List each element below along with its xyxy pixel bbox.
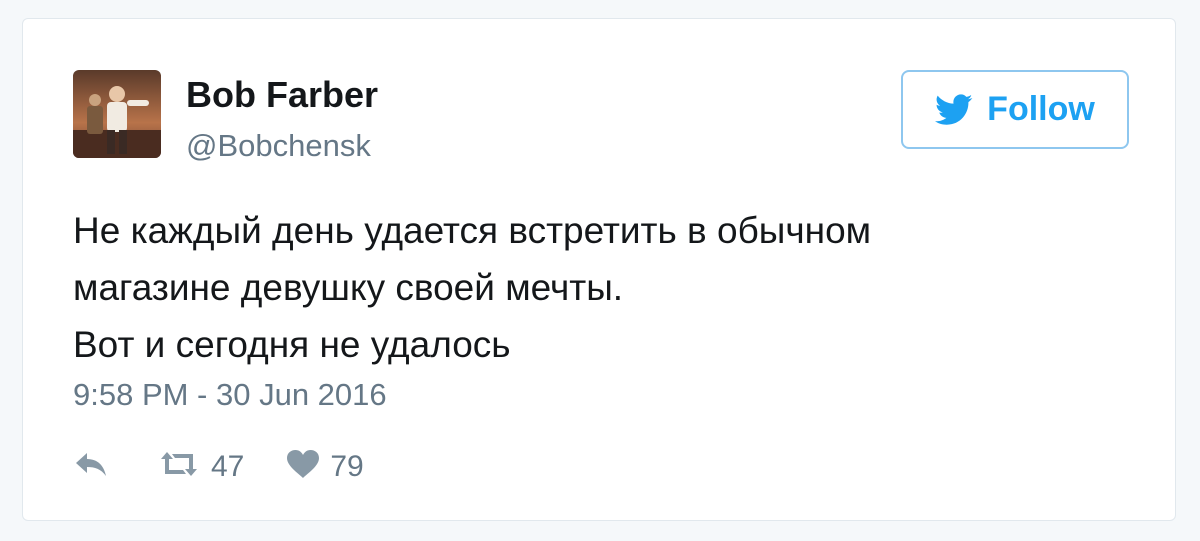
tweet-line: магазине девушку своей мечты.	[73, 267, 624, 308]
tweet-timestamp[interactable]: 9:58 PM - 30 Jun 2016	[73, 377, 387, 413]
follow-button[interactable]: Follow	[901, 70, 1129, 149]
like-count: 79	[330, 449, 364, 483]
tweet-actions: 47 79	[73, 449, 364, 484]
retweet-button[interactable]: 47	[157, 449, 244, 484]
twitter-bird-icon	[935, 93, 973, 126]
follow-label: Follow	[987, 90, 1095, 128]
reply-icon	[73, 449, 109, 484]
user-handle[interactable]: @Bobchensk	[186, 128, 371, 164]
retweet-count: 47	[211, 449, 245, 483]
user-avatar[interactable]	[73, 70, 161, 158]
tweet-line: Не каждый день удается встретить в обычн…	[73, 210, 872, 251]
like-button[interactable]: 79	[286, 449, 364, 484]
heart-icon	[286, 449, 320, 484]
tweet-text: Не каждый день удается встретить в обычн…	[73, 202, 1133, 373]
tweet-card: Bob Farber @Bobchensk Follow Не каждый д…	[22, 18, 1176, 521]
reply-button[interactable]	[73, 449, 109, 484]
tweet-line: Вот и сегодня не удалось	[73, 324, 511, 365]
user-name[interactable]: Bob Farber	[186, 74, 378, 116]
retweet-icon	[157, 449, 201, 484]
